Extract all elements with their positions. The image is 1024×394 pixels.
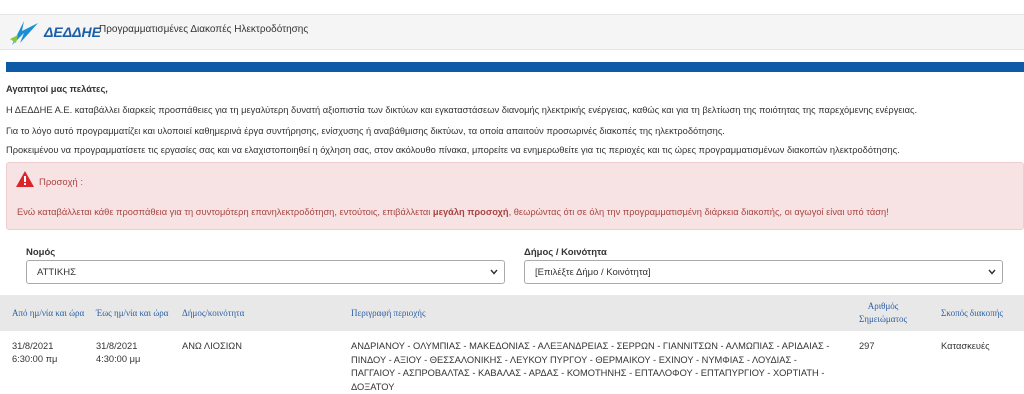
col-purpose[interactable]: Σκοπός διακοπής	[941, 308, 1003, 318]
deddie-logo[interactable]: ΔΕΔΔΗΕ	[8, 17, 101, 47]
col-municipality[interactable]: Δήμος/κοινότητα	[182, 308, 244, 318]
cell-from: 31/8/2021 6:30:00 πμ	[12, 340, 57, 366]
col-notes-line1: Αριθμός	[867, 301, 899, 311]
col-notes-line2: Σημειώματος	[859, 314, 908, 324]
table-row: 31/8/2021 6:30:00 πμ 31/8/2021 4:30:00 μ…	[0, 331, 1024, 392]
dimos-label: Δήμος / Κοινότητα	[524, 247, 607, 258]
intro-paragraph-2: Για το λόγο αυτό προγραμματίζει και υλοπ…	[6, 126, 725, 136]
lightning-logo-icon	[10, 21, 38, 45]
alert-text-start: Ενώ καταβάλλεται κάθε προσπάθεια για τη …	[17, 207, 433, 217]
nomos-selected-value: ΑΤΤΙΚΗΣ	[37, 267, 76, 278]
nomos-select[interactable]: ΑΤΤΙΚΗΣ	[26, 260, 505, 284]
dimos-selected-value: [Επιλέξτε Δήμο / Κοινότητα]	[535, 267, 651, 278]
col-to[interactable]: Έως ημ/νία και ώρα	[96, 308, 168, 318]
col-notes[interactable]: Αριθμός Σημειώματος	[859, 301, 907, 324]
alert-text-bold: μεγάλη προσοχή	[432, 207, 509, 217]
cell-municipality: ΑΝΩ ΛΙΟΣΙΩΝ	[182, 341, 242, 351]
cell-to: 31/8/2021 4:30:00 μμ	[96, 340, 140, 366]
to-date: 31/8/2021	[96, 341, 138, 351]
alert-message: Ενώ καταβάλλεται κάθε προσπάθεια για τη …	[17, 207, 889, 217]
to-time: 4:30:00 μμ	[96, 354, 141, 364]
warning-triangle-icon	[16, 171, 34, 187]
alert-title: Προσοχή :	[39, 177, 83, 188]
col-from[interactable]: Από ημ/νία και ώρα	[12, 308, 84, 318]
cell-purpose: Κατασκευές	[941, 341, 990, 351]
intro-paragraph-3: Προκειμένου να προγραμματίσετε τις εργασ…	[6, 145, 900, 155]
nomos-label: Νομός	[26, 247, 56, 258]
logo-text: ΔΕΔΔΗΕ	[44, 24, 101, 40]
brand-divider	[6, 62, 1024, 72]
chevron-down-icon	[988, 269, 996, 275]
greeting: Αγαπητοί μας πελάτες,	[6, 84, 108, 94]
from-time: 6:30:00 πμ	[12, 354, 58, 364]
cell-notes: 297	[859, 341, 875, 351]
page-title: Προγραμματισμένες Διακοπές Ηλεκτροδότηση…	[99, 24, 309, 35]
outages-table-header: Από ημ/νία και ώρα Έως ημ/νία και ώρα Δή…	[0, 295, 1024, 331]
top-header: ΔΕΔΔΗΕ Προγραμματισμένες Διακοπές Ηλεκτρ…	[0, 14, 1024, 50]
warning-alert: Προσοχή : Ενώ καταβάλλεται κάθε προσπάθε…	[6, 162, 1024, 230]
col-region[interactable]: Περιγραφή περιοχής	[351, 308, 426, 318]
alert-text-end: , θεωρώντας ότι σε όλη την προγραμματισμ…	[508, 207, 889, 217]
intro-paragraph-1: Η ΔΕΔΔΗΕ Α.Ε. καταβάλλει διαρκείς προσπά…	[6, 105, 918, 115]
dimos-select[interactable]: [Επιλέξτε Δήμο / Κοινότητα]	[524, 260, 1003, 284]
from-date: 31/8/2021	[12, 341, 54, 351]
cell-region: ΑΝΔΡΙΑΝΟΥ - ΟΛΥΜΠΙΑΣ - ΜΑΚΕΔΟΝΙΑΣ - ΑΛΕΞ…	[351, 341, 830, 392]
chevron-down-icon	[490, 269, 498, 275]
